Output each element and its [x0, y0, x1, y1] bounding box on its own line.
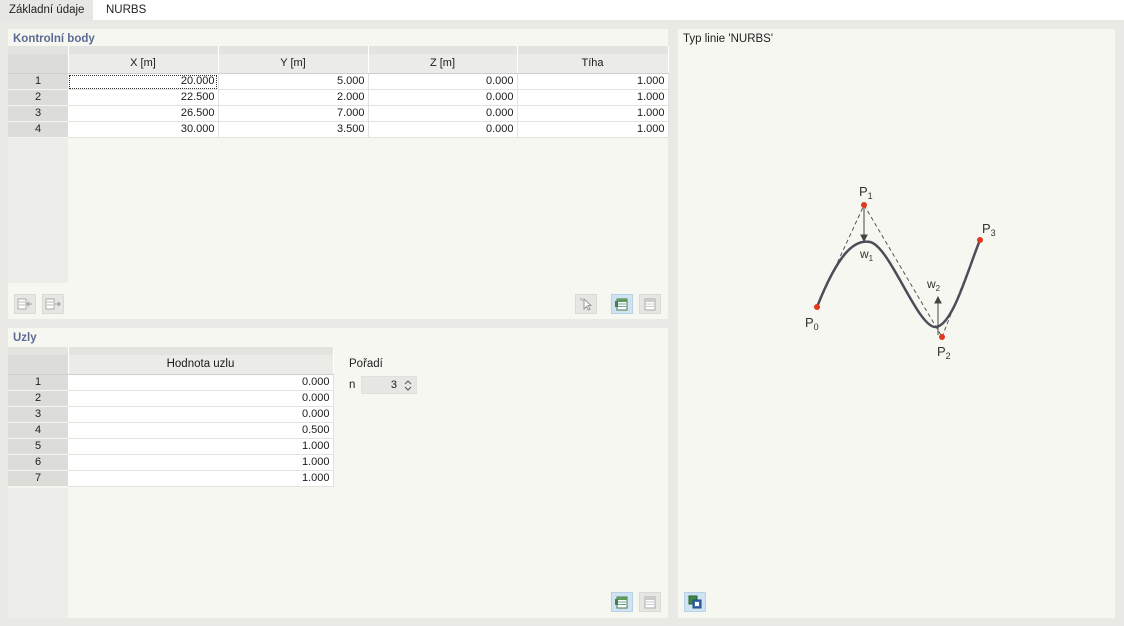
- table-row: 7 1.000: [8, 470, 334, 487]
- insert-row-button[interactable]: [14, 294, 36, 314]
- table-row: 3 0.000: [8, 406, 334, 423]
- export-table-icon: [644, 596, 656, 609]
- row-number[interactable]: 6: [8, 454, 68, 471]
- cell-y[interactable]: 5.000: [218, 73, 369, 90]
- row-number[interactable]: 7: [8, 470, 68, 487]
- control-point-p2: [939, 334, 945, 340]
- label-p0: P0: [805, 315, 819, 332]
- table-row: 3 26.500 7.000 0.000 1.000: [8, 105, 669, 122]
- row-header-gutter: [8, 138, 68, 283]
- tab-basic-data[interactable]: Základní údaje: [0, 0, 94, 20]
- export-table-icon: [644, 298, 656, 311]
- control-point-p3: [977, 237, 983, 243]
- n-label: n: [349, 379, 356, 391]
- graphic-options-button[interactable]: [684, 592, 706, 612]
- import-table-icon: [615, 596, 628, 609]
- control-polygon: [816, 204, 981, 338]
- cell-x[interactable]: 30.000: [68, 121, 219, 138]
- cell-x[interactable]: 22.500: [68, 89, 219, 106]
- row-number[interactable]: 2: [8, 390, 68, 407]
- cell-knot-value[interactable]: 0.500: [68, 422, 334, 439]
- column-header-knot-value[interactable]: Hodnota uzlu: [68, 355, 334, 375]
- order-n-spinbox[interactable]: 3: [361, 376, 417, 394]
- row-number[interactable]: 4: [8, 422, 68, 439]
- cell-y[interactable]: 3.500: [218, 121, 369, 138]
- cell-weight[interactable]: 1.000: [517, 73, 669, 90]
- delete-row-icon: [45, 298, 61, 310]
- export-knots-button[interactable]: [639, 592, 661, 612]
- corner-header: [8, 54, 69, 74]
- control-points-title: Kontrolní body: [13, 33, 95, 45]
- control-point-p1: [861, 202, 867, 208]
- spin-arrows-icon[interactable]: [404, 379, 412, 392]
- table-row: 4 0.500: [8, 422, 334, 439]
- cell-z[interactable]: 0.000: [368, 121, 518, 138]
- row-header-gutter: [8, 488, 68, 618]
- cell-knot-value[interactable]: 1.000: [68, 454, 334, 471]
- label-p1: P1: [859, 184, 873, 201]
- delete-row-button[interactable]: [42, 294, 64, 314]
- row-number[interactable]: 4: [8, 121, 68, 138]
- cell-z[interactable]: 0.000: [368, 89, 518, 106]
- table-row: 1 0.000: [8, 374, 334, 391]
- label-w1: w1: [859, 247, 874, 263]
- cell-knot-value[interactable]: 0.000: [68, 406, 334, 423]
- cell-weight[interactable]: 1.000: [517, 89, 669, 106]
- row-number[interactable]: 5: [8, 438, 68, 455]
- export-table-button[interactable]: [639, 294, 661, 314]
- pick-point-button[interactable]: [575, 294, 597, 314]
- cell-knot-value[interactable]: 0.000: [68, 390, 334, 407]
- cell-z[interactable]: 0.000: [368, 105, 518, 122]
- cell-y[interactable]: 2.000: [218, 89, 369, 106]
- tab-nurbs[interactable]: NURBS: [97, 0, 155, 20]
- nurbs-diagram: P0 P1 P2 P3 w1 w2: [805, 184, 996, 361]
- order-n-value: 3: [390, 379, 397, 391]
- order-label: Pořadí: [349, 358, 383, 370]
- cell-knot-value[interactable]: 0.000: [68, 374, 334, 391]
- cell-knot-value[interactable]: 1.000: [68, 470, 334, 487]
- import-table-icon: [615, 298, 628, 311]
- control-point-p0: [814, 304, 820, 310]
- row-number[interactable]: 1: [8, 73, 68, 90]
- table-row: 2 0.000: [8, 390, 334, 407]
- row-number[interactable]: 3: [8, 406, 68, 423]
- knots-title: Uzly: [13, 332, 37, 344]
- row-number[interactable]: 1: [8, 374, 68, 391]
- cell-y[interactable]: 7.000: [218, 105, 369, 122]
- cell-knot-value[interactable]: 1.000: [68, 438, 334, 455]
- cell-weight[interactable]: 1.000: [517, 105, 669, 122]
- table-row: 5 1.000: [8, 438, 334, 455]
- import-knots-button[interactable]: [611, 592, 633, 612]
- tab-bar: Základní údaje NURBS: [0, 0, 1124, 20]
- cell-z[interactable]: 0.000: [368, 73, 518, 90]
- label-w2: w2: [926, 277, 941, 293]
- column-header-x[interactable]: X [m]: [68, 54, 219, 74]
- cell-weight[interactable]: 1.000: [517, 121, 669, 138]
- row-number[interactable]: 3: [8, 105, 68, 122]
- pick-point-icon: [579, 297, 593, 311]
- tab-underline: [0, 20, 1124, 22]
- cell-x[interactable]: 26.500: [68, 105, 219, 122]
- column-header-z[interactable]: Z [m]: [368, 54, 518, 74]
- control-points-panel: Kontrolní body X [m] Y [m] Z [m] Tíha 1 …: [8, 29, 669, 319]
- table-row: 1 20.000 5.000 0.000 1.000: [8, 73, 669, 90]
- knots-panel: Uzly Hodnota uzlu 1 0.000 2 0.000 3 0.000 4…: [8, 328, 668, 618]
- insert-row-icon: [17, 298, 32, 310]
- preview-panel: Typ linie 'NURBS' P0 P1 P2 P3 w1 w2: [678, 29, 1115, 618]
- knots-table: Hodnota uzlu 1 0.000 2 0.000 3 0.000 4 0.500…: [8, 347, 334, 487]
- label-p3: P3: [982, 221, 996, 238]
- column-header-y[interactable]: Y [m]: [218, 54, 369, 74]
- table-row: 2 22.500 2.000 0.000 1.000: [8, 89, 669, 106]
- cell-x[interactable]: 20.000: [68, 73, 219, 90]
- label-p2: P2: [937, 344, 951, 361]
- import-table-button[interactable]: [611, 294, 633, 314]
- corner-header: [8, 355, 69, 375]
- graphic-icon: [688, 595, 702, 609]
- table-row: 6 1.000: [8, 454, 334, 471]
- table-row: 4 30.000 3.500 0.000 1.000: [8, 121, 669, 138]
- control-points-table: X [m] Y [m] Z [m] Tíha 1 20.000 5.000 0.…: [8, 46, 669, 138]
- row-number[interactable]: 2: [8, 89, 68, 106]
- column-header-weight[interactable]: Tíha: [517, 54, 669, 74]
